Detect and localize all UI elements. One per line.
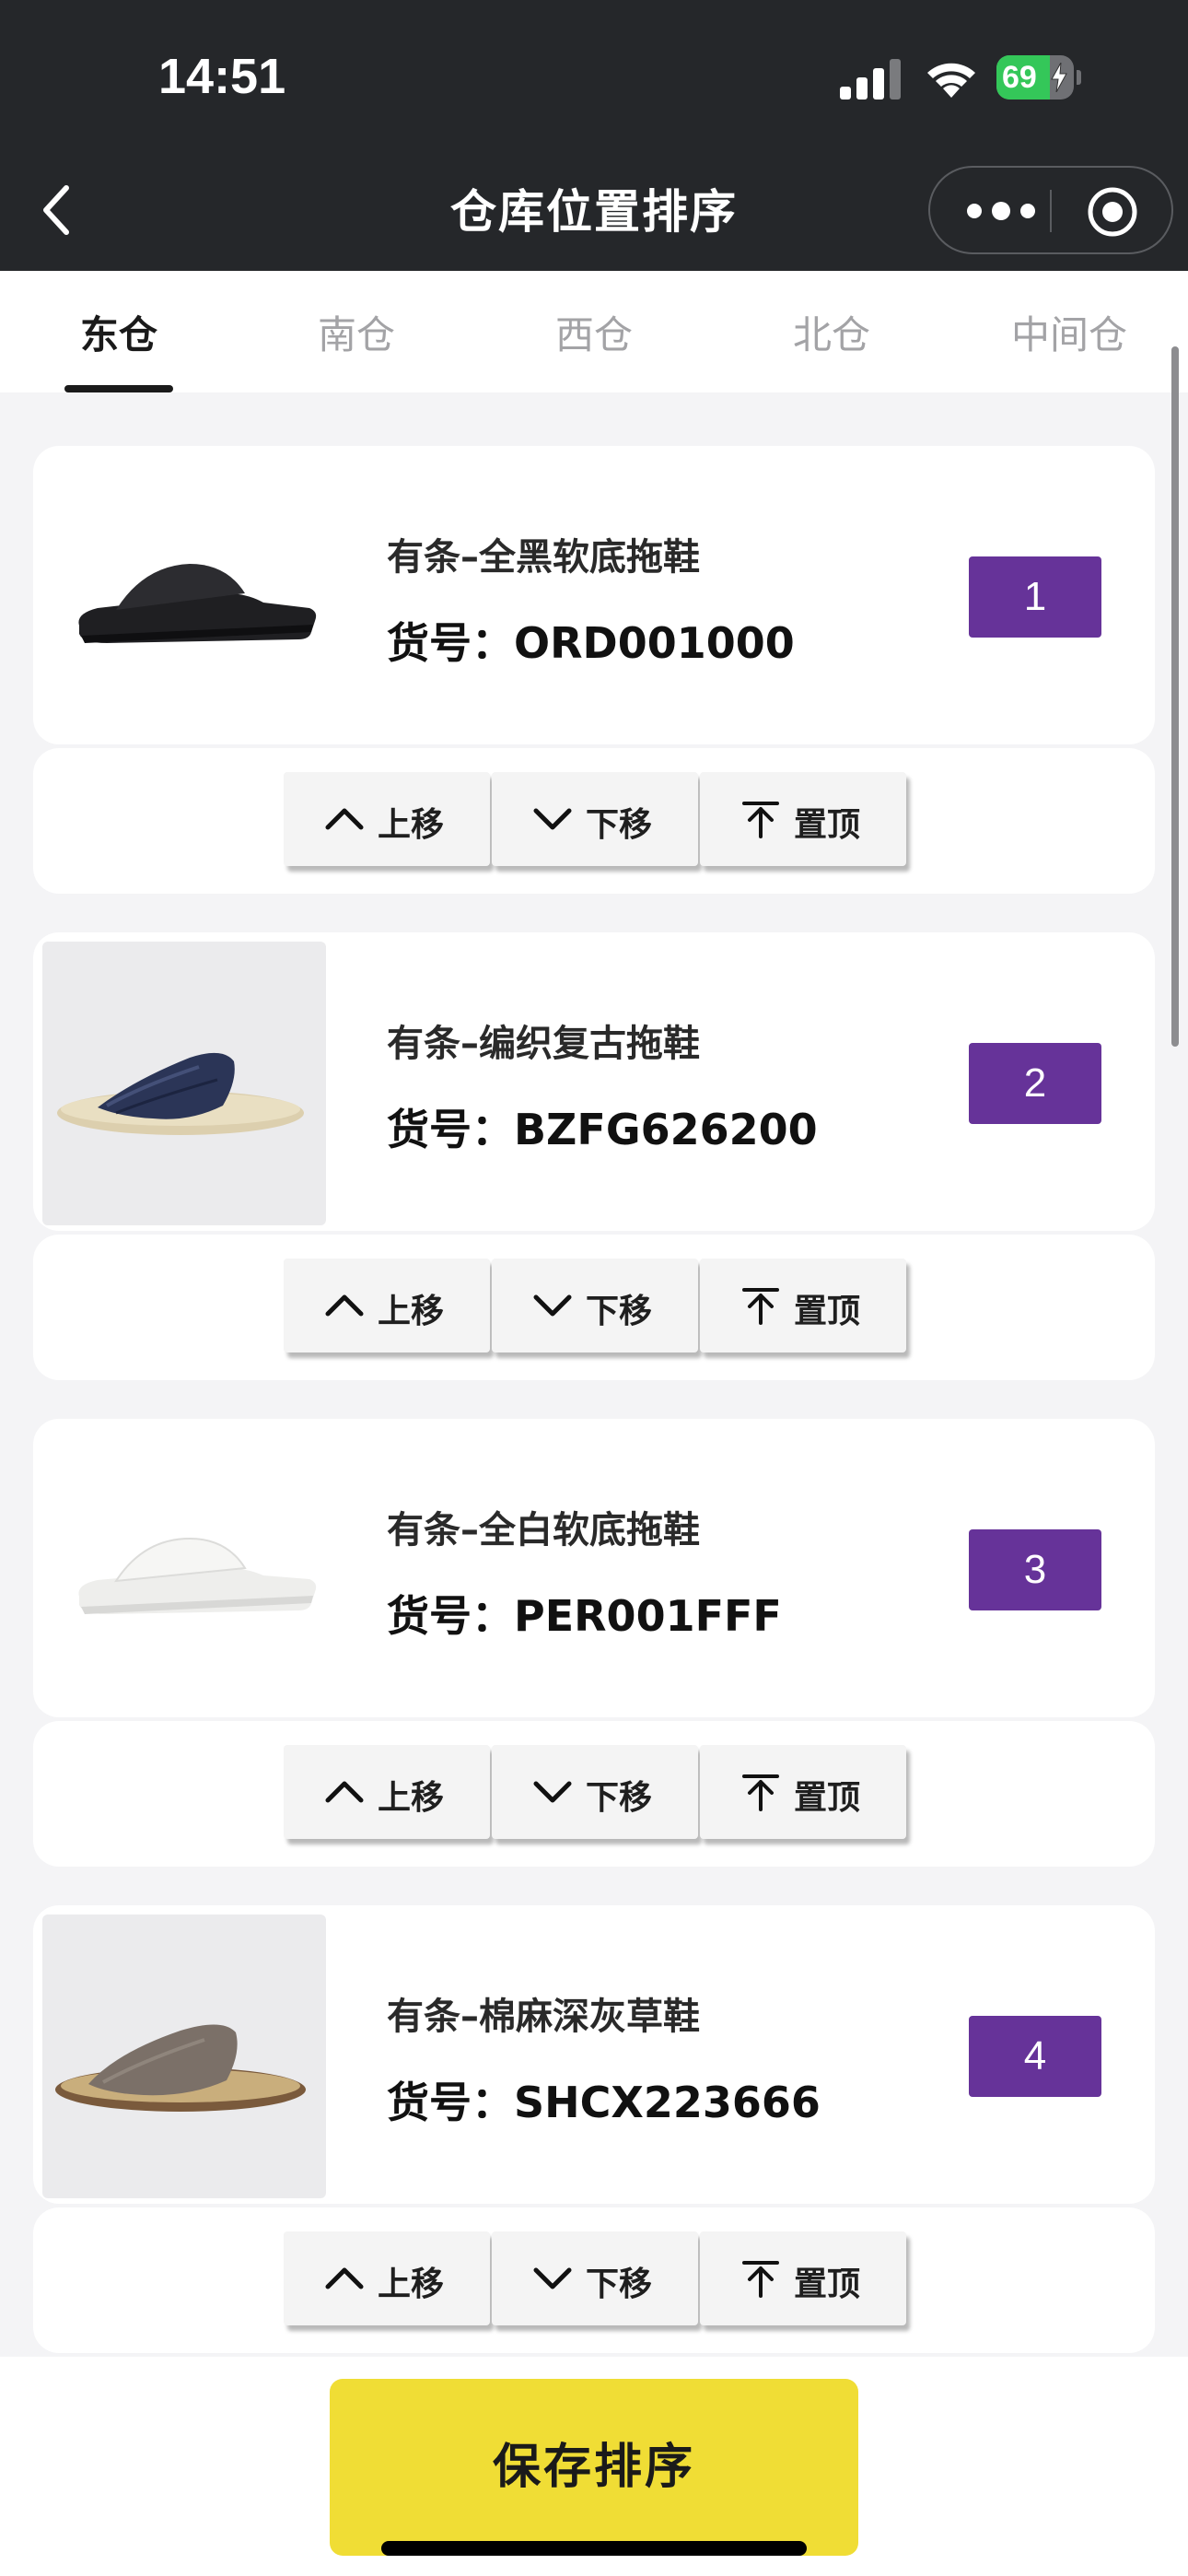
- mini-program-capsule: [928, 166, 1173, 254]
- product-sku: 货号：PER001FFF: [387, 1583, 782, 1644]
- black-slide-image: [42, 455, 326, 739]
- sku-value: PER001FFF: [514, 1591, 782, 1641]
- action-row: 上移 下移 置顶: [33, 1235, 1155, 1380]
- product-card: 有条–全白软底拖鞋 货号：PER001FFF 3: [33, 1419, 1155, 1717]
- sku-value: SHCX223666: [514, 2078, 821, 2127]
- target-circle-icon[interactable]: [1087, 186, 1138, 238]
- more-dots-icon[interactable]: [965, 199, 1037, 223]
- pin-top-button[interactable]: 置顶: [700, 772, 906, 866]
- product-card: 有条–棉麻深灰草鞋 货号：SHCX223666 4: [33, 1905, 1155, 2204]
- sku-label: 货号：: [387, 2078, 514, 2127]
- move-up-label: 上移: [378, 1293, 445, 1330]
- pin-top-button[interactable]: 置顶: [700, 1259, 906, 1352]
- chevron-up-icon: [325, 1781, 364, 1803]
- tab-north[interactable]: 北仓: [740, 304, 924, 360]
- tab-middle[interactable]: 中间仓: [977, 304, 1161, 360]
- warehouse-tabs: 东仓 南仓 西仓 北仓 中间仓: [0, 271, 1188, 392]
- sku-label: 货号：: [387, 1105, 514, 1154]
- pin-top-button[interactable]: 置顶: [700, 2231, 906, 2325]
- scrollbar[interactable]: [1171, 346, 1179, 1047]
- product-name: 有条–编织复古拖鞋: [387, 1023, 700, 1065]
- battery-body: 69: [996, 55, 1074, 100]
- woven-slipper-image: [42, 942, 326, 1225]
- action-row: 上移 下移 置顶: [33, 2207, 1155, 2353]
- sku-label: 货号：: [387, 1591, 514, 1641]
- move-down-button[interactable]: 下移: [492, 1745, 698, 1839]
- move-up-button[interactable]: 上移: [284, 2231, 490, 2325]
- rank-badge: 2: [969, 1043, 1101, 1124]
- active-tab-indicator: [64, 385, 173, 392]
- move-down-button[interactable]: 下移: [492, 2231, 698, 2325]
- tab-east[interactable]: 东仓: [27, 304, 211, 360]
- wifi-icon: [927, 63, 975, 98]
- battery-cap: [1077, 70, 1081, 85]
- signal-icon: [840, 59, 901, 100]
- move-up-button[interactable]: 上移: [284, 772, 490, 866]
- pin-top-button[interactable]: 置顶: [700, 1745, 906, 1839]
- chevron-down-icon: [533, 808, 572, 830]
- product-image: [42, 1428, 326, 1712]
- pin-top-label: 置顶: [794, 806, 861, 844]
- pin-to-top-icon: [742, 1288, 779, 1325]
- action-row: 上移 下移 置顶: [33, 748, 1155, 894]
- chevron-down-icon: [533, 2267, 572, 2289]
- product-sku: 货号：ORD001000: [387, 610, 795, 671]
- product-name: 有条–棉麻深灰草鞋: [387, 1996, 700, 2038]
- pin-to-top-icon: [742, 2261, 779, 2298]
- move-down-button[interactable]: 下移: [492, 772, 698, 866]
- move-up-button[interactable]: 上移: [284, 1745, 490, 1839]
- sku-label: 货号：: [387, 618, 514, 668]
- top-bar: 14:51 69 仓库位置排序: [0, 0, 1188, 271]
- status-time: 14:51: [158, 49, 286, 104]
- product-card: 有条–编织复古拖鞋 货号：BZFG626200 2: [33, 932, 1155, 1231]
- pin-top-label: 置顶: [794, 1779, 861, 1817]
- sku-value: ORD001000: [514, 618, 795, 668]
- move-up-label: 上移: [378, 1779, 445, 1817]
- white-slide-image: [42, 1428, 326, 1712]
- product-sku: 货号：SHCX223666: [387, 2069, 821, 2130]
- pin-to-top-icon: [742, 1774, 779, 1811]
- rank-badge: 3: [969, 1529, 1101, 1610]
- product-sku: 货号：BZFG626200: [387, 1096, 818, 1157]
- move-up-label: 上移: [378, 2266, 445, 2303]
- rank-badge: 4: [969, 2016, 1101, 2097]
- product-image: [42, 942, 326, 1225]
- pin-to-top-icon: [742, 802, 779, 838]
- chevron-down-icon: [533, 1781, 572, 1803]
- move-down-label: 下移: [586, 1293, 653, 1330]
- move-down-label: 下移: [586, 2266, 653, 2303]
- move-up-label: 上移: [378, 806, 445, 844]
- rank-badge: 1: [969, 556, 1101, 638]
- chevron-up-icon: [325, 2267, 364, 2289]
- chevron-up-icon: [325, 808, 364, 830]
- product-image: [42, 1914, 326, 2198]
- move-down-button[interactable]: 下移: [492, 1259, 698, 1352]
- chevron-down-icon: [533, 1294, 572, 1317]
- capsule-divider: [1050, 190, 1052, 232]
- bolt-icon: [1051, 63, 1067, 92]
- sku-value: BZFG626200: [514, 1105, 818, 1154]
- product-card: 有条–全黑软底拖鞋 货号：ORD001000 1: [33, 446, 1155, 744]
- move-up-button[interactable]: 上移: [284, 1259, 490, 1352]
- product-name: 有条–全白软底拖鞋: [387, 1509, 700, 1551]
- home-indicator: [381, 2541, 807, 2556]
- tab-south[interactable]: 南仓: [264, 304, 448, 360]
- tab-west[interactable]: 西仓: [502, 304, 686, 360]
- move-down-label: 下移: [586, 806, 653, 844]
- pin-top-label: 置顶: [794, 2266, 861, 2303]
- action-row: 上移 下移 置顶: [33, 1721, 1155, 1867]
- product-image: [42, 455, 326, 739]
- pin-top-label: 置顶: [794, 1293, 861, 1330]
- linen-slipper-image: [42, 1914, 326, 2198]
- save-order-button[interactable]: 保存排序: [330, 2379, 858, 2556]
- chevron-up-icon: [325, 1294, 364, 1317]
- move-down-label: 下移: [586, 1779, 653, 1817]
- battery-charging-icon: 69: [996, 55, 1081, 100]
- product-name: 有条–全黑软底拖鞋: [387, 536, 700, 579]
